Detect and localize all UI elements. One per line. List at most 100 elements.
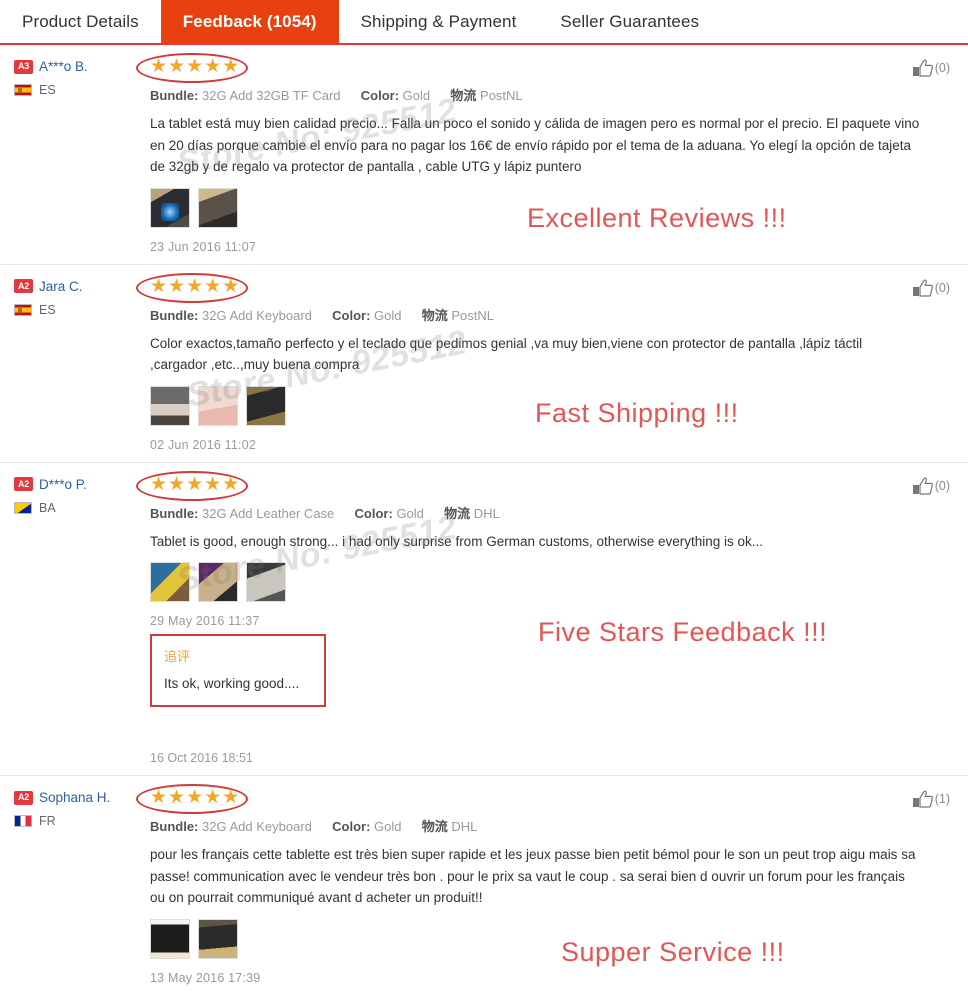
helpful-button[interactable]: (0) bbox=[912, 279, 950, 297]
feedback-photo[interactable] bbox=[150, 918, 190, 959]
feedback-text: Color exactos,tamaño perfecto y el tecla… bbox=[150, 335, 863, 373]
color-label: Color: bbox=[332, 819, 371, 834]
feedback-photo[interactable] bbox=[198, 918, 238, 959]
thumbs-up-icon bbox=[912, 59, 933, 77]
country-code: ES bbox=[39, 302, 56, 317]
helpful-count: (0) bbox=[934, 478, 950, 493]
rating-row: ★★★★★ bbox=[136, 470, 954, 501]
rating-row: ★★★★★ bbox=[136, 53, 954, 83]
country-flag-icon bbox=[14, 303, 32, 316]
star-rating-icon: ★★★★★ bbox=[150, 275, 241, 297]
logistics-value: DHL bbox=[473, 505, 500, 521]
tab-shipping-payment[interactable]: Shipping & Payment bbox=[338, 0, 539, 43]
rating-row: ★★★★★ bbox=[136, 272, 954, 303]
feedback-photo[interactable] bbox=[198, 562, 238, 602]
reviewer-name[interactable]: A***o B. bbox=[39, 59, 88, 74]
star-rating-icon: ★★★★★ bbox=[150, 473, 241, 495]
order-attributes: Bundle: 32G Add Keyboard Color: Gold 物流 … bbox=[150, 305, 954, 324]
logistics-label: 物流 bbox=[421, 819, 448, 834]
reviewer-identity: A2 Jara C. bbox=[14, 279, 144, 294]
feedback-photos bbox=[150, 918, 954, 959]
feedback-photo[interactable] bbox=[150, 562, 190, 602]
reviewer-country: ES bbox=[14, 303, 144, 317]
logistics-value: DHL bbox=[451, 819, 478, 834]
reviewer-name[interactable]: Jara C. bbox=[39, 279, 83, 294]
followup-date: 16 Oct 2016 18:51 bbox=[150, 751, 253, 765]
feedback-item: A2 Jara C. ES ★★★★★ Bundle: 32G Add Keyb… bbox=[0, 265, 968, 463]
feedback-body: ★★★★★ Bundle: 32G Add Keyboard Color: Go… bbox=[136, 272, 954, 452]
country-flag-icon bbox=[14, 501, 32, 514]
buyer-level-badge: A2 bbox=[14, 477, 33, 491]
feedback-photo[interactable] bbox=[246, 385, 286, 426]
bundle-label: Bundle: bbox=[150, 819, 199, 834]
feedback-body: ★★★★★ Bundle: 32G Add Leather Case Color… bbox=[136, 470, 954, 765]
feedback-body: ★★★★★ Bundle: 32G Add 32GB TF Card Color… bbox=[136, 53, 954, 254]
feedback-photo[interactable] bbox=[198, 187, 238, 228]
color-label: Color: bbox=[332, 307, 371, 323]
color-value: Gold bbox=[374, 819, 402, 834]
thumbs-up-icon bbox=[912, 477, 933, 495]
bundle-value: 32G Add Keyboard bbox=[202, 307, 312, 323]
feedback-photo[interactable] bbox=[150, 385, 190, 426]
followup-review: 追评 Its ok, working good.... bbox=[150, 634, 326, 707]
feedback-item: A3 A***o B. ES ★★★★★ Bundle: 32G Add 32G… bbox=[0, 45, 968, 265]
bundle-value: 32G Add Keyboard bbox=[202, 819, 312, 834]
feedback-photo[interactable] bbox=[150, 187, 190, 228]
order-attributes: Bundle: 32G Add Keyboard Color: Gold 物流 … bbox=[150, 816, 954, 835]
tab-feedback[interactable]: Feedback (1054) bbox=[160, 0, 339, 43]
order-attributes: Bundle: 32G Add Leather Case Color: Gold… bbox=[150, 503, 954, 522]
color-value: Gold bbox=[374, 307, 402, 323]
helpful-button[interactable]: (0) bbox=[912, 477, 950, 495]
feedback-date: 23 Jun 2016 11:07 bbox=[150, 239, 257, 254]
thumbs-up-icon bbox=[912, 790, 933, 808]
reviewer-country: FR bbox=[14, 814, 144, 828]
feedback-date: 29 May 2016 11:37 bbox=[150, 614, 260, 628]
bundle-label: Bundle: bbox=[150, 505, 199, 521]
reviewer-country: BA bbox=[14, 501, 144, 515]
followup-section: 追评 Its ok, working good.... 16 Oct 2016 … bbox=[150, 634, 954, 765]
color-value: Gold bbox=[402, 88, 431, 103]
color-label: Color: bbox=[354, 505, 393, 521]
star-rating-icon: ★★★★★ bbox=[150, 56, 241, 77]
tab-product-details[interactable]: Product Details bbox=[0, 0, 161, 43]
followup-text: Its ok, working good.... bbox=[164, 676, 300, 691]
reviewer-name[interactable]: Sophana H. bbox=[39, 790, 110, 805]
reviewer-country: ES bbox=[14, 83, 144, 97]
bundle-label: Bundle: bbox=[150, 307, 199, 323]
tab-seller-guarantees[interactable]: Seller Guarantees bbox=[538, 0, 722, 43]
buyer-level-badge: A2 bbox=[14, 790, 33, 805]
logistics-label: 物流 bbox=[421, 307, 448, 323]
feedback-list: A3 A***o B. ES ★★★★★ Bundle: 32G Add 32G… bbox=[0, 45, 968, 993]
reviewer-identity: A3 A***o B. bbox=[14, 59, 144, 74]
logistics-label: 物流 bbox=[444, 505, 471, 521]
reviewer-identity: A2 Sophana H. bbox=[14, 790, 144, 805]
star-rating-icon: ★★★★★ bbox=[150, 787, 241, 808]
feedback-text: pour les français cette tablette est trè… bbox=[150, 847, 916, 905]
country-code: BA bbox=[39, 500, 56, 515]
feedback-item: A2 Sophana H. FR ★★★★★ Bundle: 32G Add K… bbox=[0, 776, 968, 993]
helpful-button[interactable]: (1) bbox=[912, 790, 950, 808]
feedback-item: A2 D***o P. BA ★★★★★ Bundle: 32G Add Lea… bbox=[0, 463, 968, 776]
reviewer-identity: A2 D***o P. bbox=[14, 477, 144, 492]
helpful-count: (0) bbox=[934, 280, 950, 295]
country-flag-icon bbox=[14, 815, 32, 827]
feedback-page: Product Details Feedback (1054) Shipping… bbox=[0, 0, 968, 993]
helpful-button[interactable]: (0) bbox=[912, 59, 950, 77]
reviewer-info: A2 D***o P. BA bbox=[14, 475, 144, 766]
country-code: FR bbox=[39, 814, 56, 828]
feedback-photo[interactable] bbox=[246, 562, 286, 602]
feedback-photo[interactable] bbox=[198, 385, 238, 426]
logistics-label: 物流 bbox=[450, 88, 477, 103]
reviewer-name[interactable]: D***o P. bbox=[39, 477, 87, 492]
buyer-level-badge: A2 bbox=[14, 279, 33, 293]
color-value: Gold bbox=[396, 505, 424, 521]
helpful-count: (0) bbox=[934, 61, 950, 75]
feedback-photos bbox=[150, 187, 954, 228]
feedback-body: ★★★★★ Bundle: 32G Add Keyboard Color: Go… bbox=[136, 784, 954, 985]
bundle-label: Bundle: bbox=[150, 88, 199, 103]
buyer-level-badge: A3 bbox=[14, 59, 33, 74]
feedback-text: Tablet is good, enough strong... i had o… bbox=[150, 533, 764, 549]
helpful-count: (1) bbox=[934, 792, 950, 806]
rating-row: ★★★★★ bbox=[136, 784, 954, 814]
feedback-photos bbox=[150, 385, 954, 426]
